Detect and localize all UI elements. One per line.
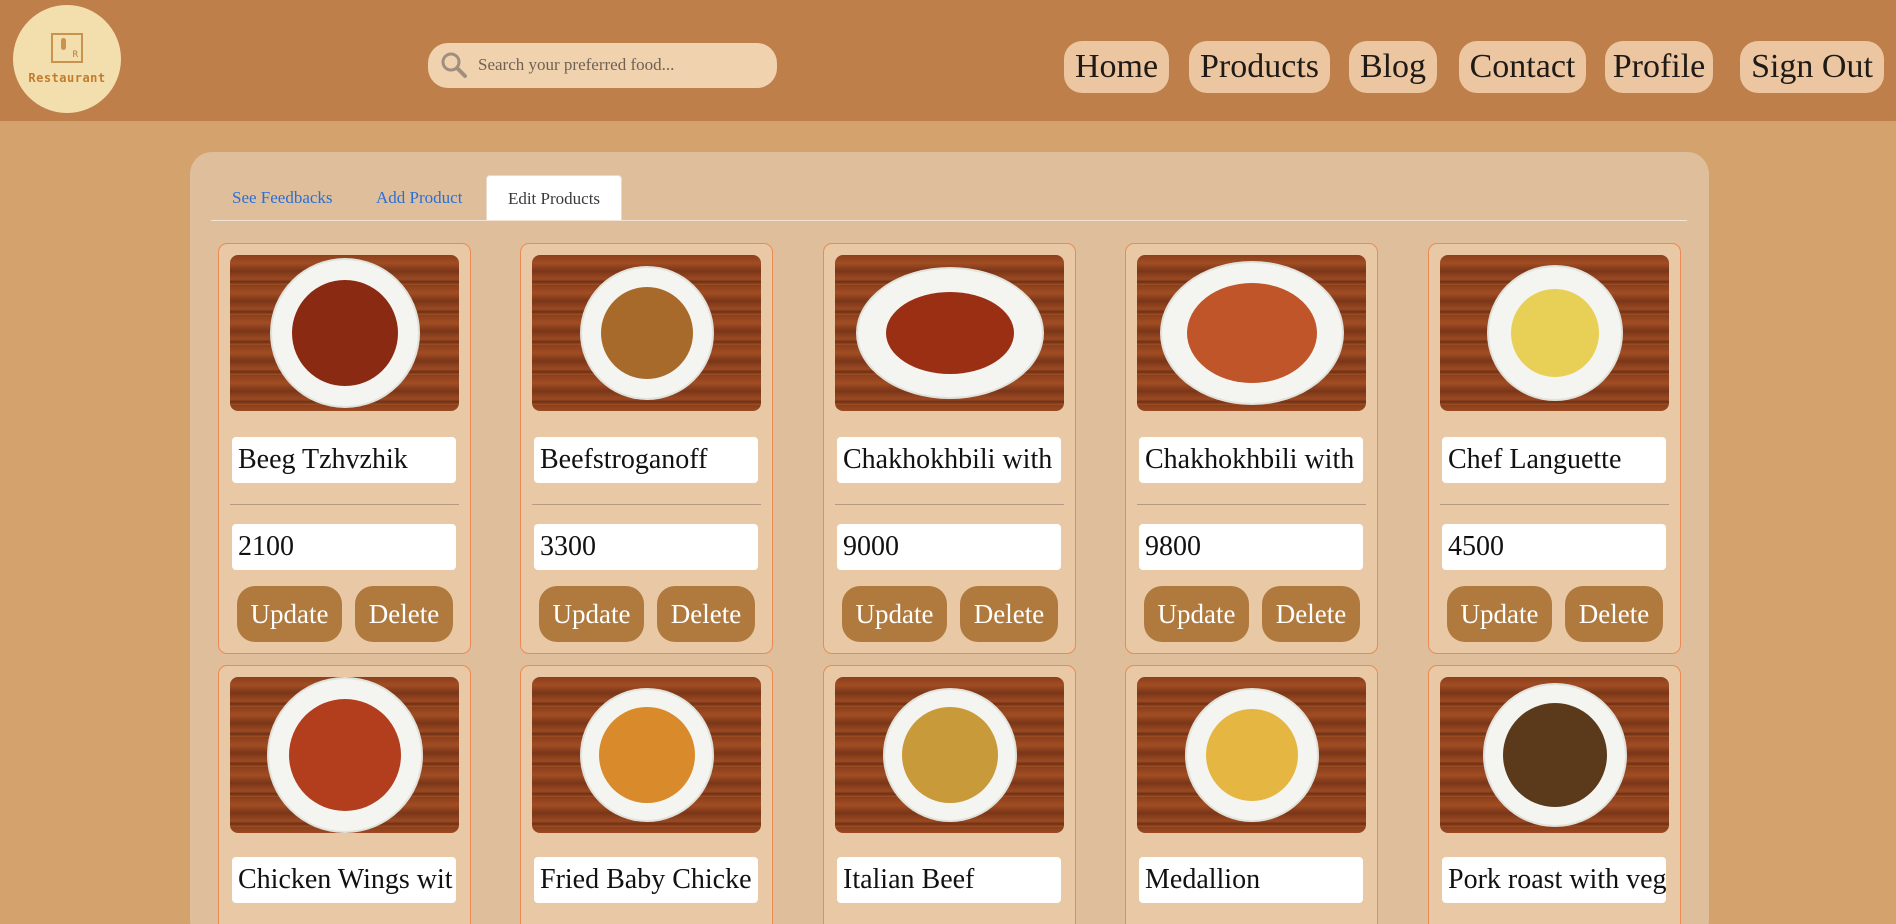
delete-button[interactable]: Delete bbox=[1565, 586, 1663, 642]
product-card: Chicken Wings wit bbox=[218, 665, 471, 924]
logo-icon: R bbox=[51, 33, 83, 63]
nav-sign-out[interactable]: Sign Out bbox=[1740, 41, 1884, 93]
product-card: Fried Baby Chicke bbox=[520, 665, 773, 924]
tabs-divider bbox=[211, 220, 1687, 221]
product-card: Beefstroganoff 3300 Update Delete bbox=[520, 243, 773, 654]
divider bbox=[230, 504, 459, 505]
tab-add-product[interactable]: Add Product bbox=[376, 175, 462, 221]
product-price-input[interactable]: 2100 bbox=[232, 524, 456, 570]
delete-button[interactable]: Delete bbox=[1262, 586, 1360, 642]
logo-text: Restaurant bbox=[28, 71, 106, 85]
product-card: Chef Languette 4500 Update Delete bbox=[1428, 243, 1681, 654]
product-card: Beeg Tzhvzhik 2100 Update Delete bbox=[218, 243, 471, 654]
search-bar bbox=[428, 43, 777, 88]
tab-edit-products[interactable]: Edit Products bbox=[486, 175, 622, 221]
product-name-input[interactable]: Chicken Wings wit bbox=[232, 857, 456, 903]
product-card: Pork roast with veg bbox=[1428, 665, 1681, 924]
product-image bbox=[835, 255, 1064, 411]
product-name-input[interactable]: Beeg Tzhvzhik bbox=[232, 437, 456, 483]
product-name-input[interactable]: Chakhokhbili with bbox=[837, 437, 1061, 483]
product-image bbox=[532, 677, 761, 833]
nav-profile[interactable]: Profile bbox=[1605, 41, 1713, 93]
product-image bbox=[230, 677, 459, 833]
product-name-input[interactable]: Fried Baby Chicke bbox=[534, 857, 758, 903]
product-name-input[interactable]: Pork roast with veg bbox=[1442, 857, 1666, 903]
update-button[interactable]: Update bbox=[237, 586, 342, 642]
product-price-input[interactable]: 9000 bbox=[837, 524, 1061, 570]
divider bbox=[1137, 504, 1366, 505]
tab-see-feedbacks[interactable]: See Feedbacks bbox=[232, 175, 333, 221]
product-card: Italian Beef bbox=[823, 665, 1076, 924]
product-name-input[interactable]: Beefstroganoff bbox=[534, 437, 758, 483]
top-header: R Restaurant Home Products Blog Contact … bbox=[0, 0, 1896, 121]
divider bbox=[1440, 504, 1669, 505]
delete-button[interactable]: Delete bbox=[355, 586, 453, 642]
update-button[interactable]: Update bbox=[1447, 586, 1552, 642]
product-image bbox=[532, 255, 761, 411]
product-price-input[interactable]: 4500 bbox=[1442, 524, 1666, 570]
product-name-input[interactable]: Medallion bbox=[1139, 857, 1363, 903]
product-image bbox=[1137, 677, 1366, 833]
product-image bbox=[1137, 255, 1366, 411]
divider bbox=[532, 504, 761, 505]
product-image bbox=[835, 677, 1064, 833]
delete-button[interactable]: Delete bbox=[960, 586, 1058, 642]
restaurant-logo[interactable]: R Restaurant bbox=[13, 5, 121, 113]
update-button[interactable]: Update bbox=[842, 586, 947, 642]
delete-button[interactable]: Delete bbox=[657, 586, 755, 642]
divider bbox=[835, 504, 1064, 505]
product-name-input[interactable]: Chef Languette bbox=[1442, 437, 1666, 483]
nav-contact[interactable]: Contact bbox=[1459, 41, 1586, 93]
product-price-input[interactable]: 3300 bbox=[534, 524, 758, 570]
product-image bbox=[1440, 255, 1669, 411]
product-image bbox=[230, 255, 459, 411]
update-button[interactable]: Update bbox=[539, 586, 644, 642]
nav-blog[interactable]: Blog bbox=[1349, 41, 1437, 93]
product-name-input[interactable]: Chakhokhbili with bbox=[1139, 437, 1363, 483]
search-icon[interactable] bbox=[438, 49, 470, 81]
nav-products[interactable]: Products bbox=[1189, 41, 1330, 93]
nav-home[interactable]: Home bbox=[1064, 41, 1169, 93]
product-image bbox=[1440, 677, 1669, 833]
product-card: Chakhokhbili with 9000 Update Delete bbox=[823, 243, 1076, 654]
update-button[interactable]: Update bbox=[1144, 586, 1249, 642]
product-name-input[interactable]: Italian Beef bbox=[837, 857, 1061, 903]
product-card: Medallion bbox=[1125, 665, 1378, 924]
search-input[interactable] bbox=[478, 51, 768, 79]
product-card: Chakhokhbili with 9800 Update Delete bbox=[1125, 243, 1378, 654]
product-price-input[interactable]: 9800 bbox=[1139, 524, 1363, 570]
